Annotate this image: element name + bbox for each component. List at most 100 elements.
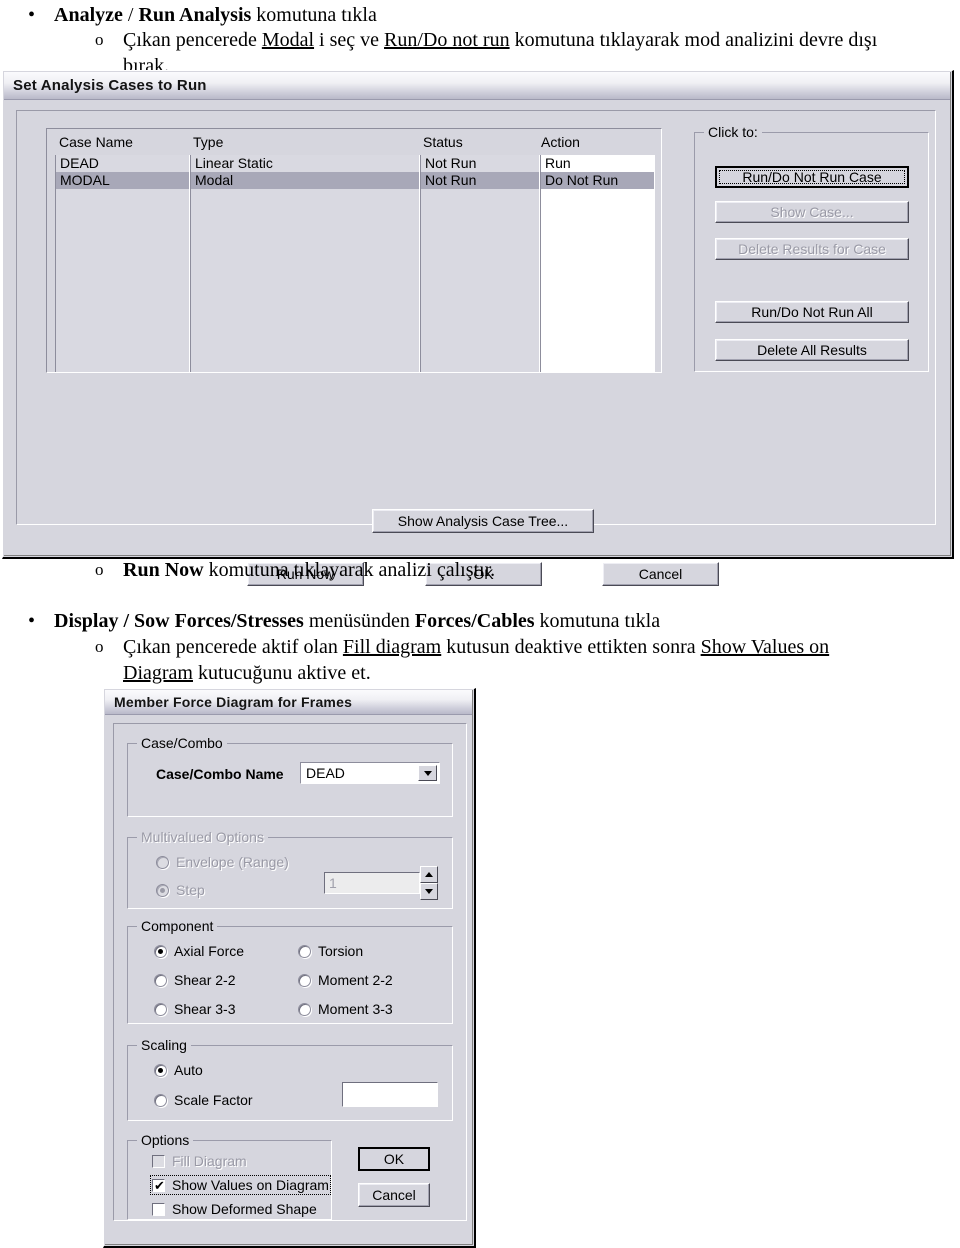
component-radio-torsion[interactable]: Torsion (298, 943, 363, 959)
component-label-axial-force: Axial Force (174, 943, 245, 959)
doc-bullet-4: • Display / Sow Forces/Stresses menüsünd… (28, 608, 928, 634)
show-case-label: Show Case... (770, 204, 854, 220)
table-cell-type-0[interactable]: Linear Static (191, 155, 419, 172)
options-group: Options Fill Diagram ✔ Show Values on Di… (127, 1132, 332, 1220)
scale-factor-input[interactable] (342, 1082, 438, 1107)
doc-b2-text-a: Çıkan pencerede (123, 29, 262, 51)
cancel-button-dialog2[interactable]: Cancel (358, 1183, 430, 1207)
step-value-input[interactable]: 1 (324, 872, 420, 894)
fill-diagram-checkbox[interactable]: Fill Diagram (152, 1153, 247, 1169)
bullet-marker-icon-2: • (28, 610, 36, 632)
table-cell-action-0[interactable]: Run (541, 155, 654, 172)
case-combo-name-select[interactable]: DEAD (300, 762, 440, 784)
dialog2-body: Case/Combo Case/Combo Name DEAD Multival… (105, 715, 472, 1244)
table-cell-status-0[interactable]: Not Run (421, 155, 539, 172)
component-radio-moment-2-2[interactable]: Moment 2-2 (298, 972, 393, 988)
show-deformed-shape-checkbox[interactable]: Show Deformed Shape (152, 1201, 317, 1217)
doc-b5-link-diagram[interactable]: Diagram (123, 662, 193, 684)
set-analysis-cases-dialog[interactable]: Set Analysis Cases to Run Case Name Type… (2, 70, 954, 586)
click-to-group: Click to: Run/Do Not Run Case Show Case.… (694, 124, 929, 372)
step-radio[interactable]: Step (156, 882, 205, 898)
table-header-case-name: Case Name (59, 134, 133, 150)
doc-b5-text-c: kutucuğunu aktive et. (192, 662, 371, 684)
radio-icon-shear-3-3 (154, 1002, 167, 1016)
checkbox-icon-show-deformed (152, 1202, 165, 1216)
multivalued-options-group-label: Multivalued Options (137, 829, 268, 845)
dialog2-titlebar[interactable]: Member Force Diagram for Frames (105, 690, 472, 715)
component-radio-axial-force[interactable]: Axial Force (154, 943, 244, 959)
component-radio-shear-3-3[interactable]: Shear 3-3 (154, 1001, 235, 1017)
show-case-button[interactable]: Show Case... (715, 201, 909, 223)
component-label-torsion: Torsion (318, 943, 364, 959)
stepper-down-icon[interactable] (420, 883, 438, 900)
show-analysis-case-tree-button[interactable]: Show Analysis Case Tree... (372, 509, 594, 533)
case-combo-name-label: Case/Combo Name (156, 766, 284, 782)
doc-b1-runanalysis: Run Analysis (138, 4, 252, 26)
step-label: Step (176, 882, 205, 898)
chevron-down-icon[interactable] (418, 765, 437, 781)
table-cell-type-1[interactable]: Modal (191, 172, 419, 189)
radio-icon-shear-2-2 (154, 973, 167, 987)
run-do-not-run-all-label: Run/Do Not Run All (751, 304, 873, 320)
table-cell-case-name-1[interactable]: MODAL (56, 172, 189, 189)
show-values-on-diagram-label: Show Values on Diagram (172, 1177, 329, 1193)
doc-bullet-5: o Çıkan pencerede aktif olan Fill diagra… (95, 634, 955, 660)
delete-results-for-case-button[interactable]: Delete Results for Case (715, 238, 909, 260)
radio-icon-torsion (298, 944, 311, 958)
checkbox-icon-fill-diagram (152, 1154, 165, 1168)
analysis-cases-table[interactable]: Case Name Type Status Action DEAD MODAL … (46, 128, 662, 373)
table-column-status[interactable]: Not Run Not Run (420, 155, 540, 372)
doc-b5-link-showvalues[interactable]: Show Values on (701, 636, 830, 658)
doc-b4-text-a: menüsünden (303, 610, 415, 632)
stepper-up-icon[interactable] (420, 866, 438, 883)
component-radio-shear-2-2[interactable]: Shear 2-2 (154, 972, 235, 988)
click-to-group-label: Click to: (704, 124, 762, 140)
dialog2-inner-frame: Member Force Diagram for Frames Case/Com… (105, 690, 473, 1245)
sub-bullet-marker-icon-2: o (95, 560, 104, 579)
table-header-action: Action (541, 134, 580, 150)
table-cell-status-1[interactable]: Not Run (421, 172, 539, 189)
ok-button-dialog2[interactable]: OK (358, 1147, 430, 1171)
scaling-group-label: Scaling (137, 1037, 191, 1053)
radio-icon-moment-2-2 (298, 973, 311, 987)
table-header-type: Type (193, 134, 224, 150)
table-column-action[interactable]: Run Do Not Run (540, 155, 655, 372)
delete-all-results-label: Delete All Results (757, 342, 867, 358)
delete-all-results-button[interactable]: Delete All Results (715, 339, 909, 361)
member-force-diagram-dialog[interactable]: Member Force Diagram for Frames Case/Com… (103, 688, 476, 1248)
doc-b4-forcescables: Forces/Cables (414, 610, 535, 632)
doc-bullet-2: o Çıkan pencerede Modal i seç ve Run/Do … (95, 27, 955, 53)
show-analysis-case-tree-label: Show Analysis Case Tree... (397, 513, 569, 529)
step-value-text: 1 (329, 875, 337, 891)
radio-icon-scale-factor (154, 1093, 167, 1107)
component-radio-moment-3-3[interactable]: Moment 3-3 (298, 1001, 393, 1017)
dialog2-title: Member Force Diagram for Frames (114, 694, 353, 710)
cancel-label-dialog2: Cancel (372, 1187, 416, 1203)
doc-bullet-3: o Run Now komutuna tıklayarak analizi ça… (95, 557, 955, 583)
doc-b2-link-modal[interactable]: Modal (262, 29, 314, 51)
dialog1-titlebar[interactable]: Set Analysis Cases to Run (4, 72, 950, 100)
show-values-on-diagram-checkbox[interactable]: ✔ Show Values on Diagram (150, 1175, 331, 1195)
run-do-not-run-all-button[interactable]: Run/Do Not Run All (715, 301, 909, 323)
doc-b1-analyze: Analyze (54, 4, 123, 26)
component-group-label: Component (137, 918, 218, 934)
table-column-type[interactable]: Linear Static Modal (190, 155, 420, 372)
run-do-not-run-case-button[interactable]: Run/Do Not Run Case (715, 166, 909, 188)
doc-b5-link-filldiagram[interactable]: Fill diagram (343, 636, 441, 658)
step-stepper[interactable] (420, 866, 438, 900)
table-cell-action-1[interactable]: Do Not Run (541, 172, 654, 189)
doc-b2-link-rundonotrun[interactable]: Run/Do not run (384, 29, 510, 51)
show-deformed-shape-label: Show Deformed Shape (172, 1201, 317, 1217)
table-column-case-name[interactable]: DEAD MODAL (55, 155, 190, 372)
table-cell-case-name-0[interactable]: DEAD (56, 155, 189, 172)
table-header-row: Case Name Type Status Action (47, 129, 661, 155)
radio-icon-envelope (156, 855, 169, 869)
doc-bullet-5-cont: Diagram kutucuğunu aktive et. (123, 660, 923, 686)
envelope-range-radio[interactable]: Envelope (Range) (156, 854, 289, 870)
scaling-radio-scale-factor[interactable]: Scale Factor (154, 1092, 253, 1108)
component-label-shear-3-3: Shear 3-3 (174, 1001, 236, 1017)
component-label-moment-3-3: Moment 3-3 (318, 1001, 393, 1017)
doc-b2-text-c: komutuna tıklayarak mod analizini devre … (509, 29, 878, 51)
scaling-radio-auto[interactable]: Auto (154, 1062, 203, 1078)
run-do-not-run-case-label: Run/Do Not Run Case (742, 169, 882, 185)
